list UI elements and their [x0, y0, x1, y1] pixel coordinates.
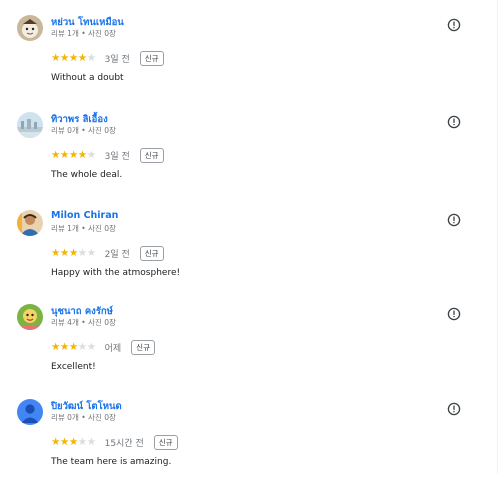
avatar-image	[17, 304, 43, 330]
rating-row: ★ ★ ★ ★ ★ 15시간 전 신규	[51, 434, 178, 450]
new-badge: 신규	[139, 147, 164, 163]
review-time: 어제	[104, 343, 122, 354]
author-meta: 리뷰 0개 • 사진 0장	[51, 126, 116, 135]
star-filled-icon: ★	[59, 435, 69, 448]
avatar-image	[17, 210, 43, 236]
review-time: 2일 전	[104, 249, 130, 260]
new-badge: 신규	[139, 50, 164, 66]
rating-row: ★ ★ ★ ★ ★ 3일 전 신규	[51, 147, 164, 163]
report-button[interactable]	[447, 306, 461, 321]
star-empty-icon: ★	[86, 148, 96, 161]
review-item: หย่วน โทนเหมือน 리뷰 1개 • 사진 0장 ★ ★ ★ ★ ★ 3일 전…	[0, 15, 486, 103]
rating-row: ★ ★ ★ ★ ★ 3일 전 신규	[51, 50, 164, 66]
star-filled-icon: ★	[59, 51, 69, 64]
review-item: นุชนาถ คงรักษ์ 리뷰 4개 • 사진 0장 ★ ★ ★ ★ ★ 어제 신규…	[0, 304, 486, 392]
star-empty-icon: ★	[77, 340, 87, 353]
new-badge: 신규	[153, 434, 178, 450]
avatar[interactable]	[17, 210, 43, 236]
exclamation-circle-icon	[447, 115, 461, 129]
scrollbar-divider	[497, 0, 498, 474]
exclamation-circle-icon	[447, 307, 461, 321]
star-filled-icon: ★	[68, 340, 78, 353]
avatar-image	[17, 15, 43, 41]
review-item: ทิวาพร ลิเอื้อง 리뷰 0개 • 사진 0장 ★ ★ ★ ★ ★ 3일 전…	[0, 112, 486, 200]
avatar[interactable]	[17, 304, 43, 330]
report-button[interactable]	[447, 114, 461, 129]
avatar[interactable]	[17, 399, 43, 425]
author-meta: 리뷰 1개 • 사진 0장	[51, 224, 116, 233]
report-button[interactable]	[447, 212, 461, 227]
star-empty-icon: ★	[86, 51, 96, 64]
star-filled-icon: ★	[59, 148, 69, 161]
author-name[interactable]: Milon Chiran	[51, 210, 118, 221]
review-text: Excellent!	[51, 362, 96, 372]
star-empty-icon: ★	[77, 435, 87, 448]
new-badge: 신규	[139, 245, 164, 261]
review-item: Milon Chiran 리뷰 1개 • 사진 0장 ★ ★ ★ ★ ★ 2일 전 신규…	[0, 210, 486, 298]
default-person-icon	[17, 399, 43, 425]
review-text: Without a doubt	[51, 73, 124, 83]
author-meta: 리뷰 0개 • 사진 0장	[51, 413, 116, 422]
review-time: 3일 전	[104, 54, 130, 65]
rating-row: ★ ★ ★ ★ ★ 어제 신규	[51, 339, 155, 355]
star-filled-icon: ★	[68, 435, 78, 448]
avatar[interactable]	[17, 112, 43, 138]
exclamation-circle-icon	[447, 18, 461, 32]
avatar[interactable]	[17, 15, 43, 41]
star-filled-icon: ★	[51, 435, 60, 448]
star-empty-icon: ★	[86, 340, 96, 353]
star-filled-icon: ★	[59, 246, 69, 259]
new-badge: 신규	[131, 339, 155, 355]
star-filled-icon: ★	[51, 51, 60, 64]
review-time: 3일 전	[104, 151, 130, 162]
report-button[interactable]	[447, 401, 461, 416]
review-time: 15시간 전	[104, 438, 144, 449]
exclamation-circle-icon	[447, 213, 461, 227]
star-empty-icon: ★	[86, 246, 96, 259]
review-text: Happy with the atmosphere!	[51, 268, 181, 278]
star-rating: ★ ★ ★ ★ ★	[51, 342, 96, 353]
star-empty-icon: ★	[77, 246, 87, 259]
author-meta: 리뷰 1개 • 사진 0장	[51, 29, 116, 38]
star-rating: ★ ★ ★ ★ ★	[51, 248, 96, 259]
report-button[interactable]	[447, 17, 461, 32]
star-rating: ★ ★ ★ ★ ★	[51, 150, 96, 161]
review-text: The team here is amazing.	[51, 457, 172, 467]
author-meta: 리뷰 4개 • 사진 0장	[51, 318, 116, 327]
star-filled-icon: ★	[51, 246, 60, 259]
scrollbar[interactable]	[490, 0, 500, 474]
star-filled-icon: ★	[59, 340, 69, 353]
star-rating: ★ ★ ★ ★ ★	[51, 437, 96, 448]
star-filled-icon: ★	[68, 246, 78, 259]
star-filled-icon: ★	[77, 148, 87, 161]
star-rating: ★ ★ ★ ★ ★	[51, 53, 96, 64]
rating-row: ★ ★ ★ ★ ★ 2일 전 신규	[51, 245, 164, 261]
exclamation-circle-icon	[447, 402, 461, 416]
star-empty-icon: ★	[86, 435, 96, 448]
avatar-image	[17, 112, 43, 138]
review-text: The whole deal.	[51, 170, 123, 180]
star-filled-icon: ★	[51, 340, 60, 353]
star-filled-icon: ★	[51, 148, 60, 161]
star-filled-icon: ★	[68, 51, 78, 64]
star-filled-icon: ★	[68, 148, 78, 161]
star-filled-icon: ★	[77, 51, 87, 64]
